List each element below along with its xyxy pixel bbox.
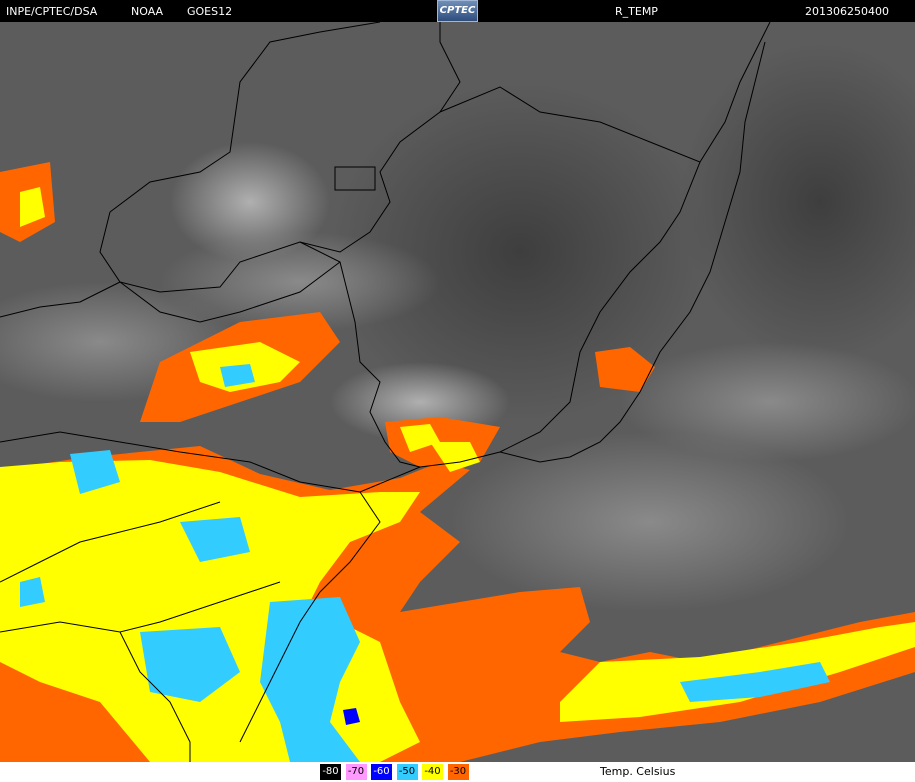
legend-swatch: -50 [396,764,418,780]
legend-swatch: -30 [447,764,469,780]
header-bar: INPE/CPTEC/DSA NOAA GOES12 CPTEC R_TEMP … [0,0,915,22]
legend-swatch: -40 [422,764,443,780]
agency-label: NOAA [131,5,164,18]
cptec-logo: CPTEC [437,0,478,22]
satellite-label: GOES12 [187,5,233,18]
legend-swatch: -60 [371,764,392,780]
legend-swatch: -80 [320,764,341,780]
legend-unit-label: Temp. Celsius [600,765,676,778]
satellite-image: INPE/CPTEC/DSA NOAA GOES12 CPTEC R_TEMP … [0,0,915,782]
institution-label: INPE/CPTEC/DSA [6,5,98,18]
temperature-legend: -80 -70 -60 -50 -40 -30 Temp. Celsius [0,762,915,782]
infrared-map [0,22,915,762]
legend-swatch: -70 [345,764,367,780]
timestamp-label: 201306250400 [805,5,889,18]
product-label: R_TEMP [615,5,658,18]
